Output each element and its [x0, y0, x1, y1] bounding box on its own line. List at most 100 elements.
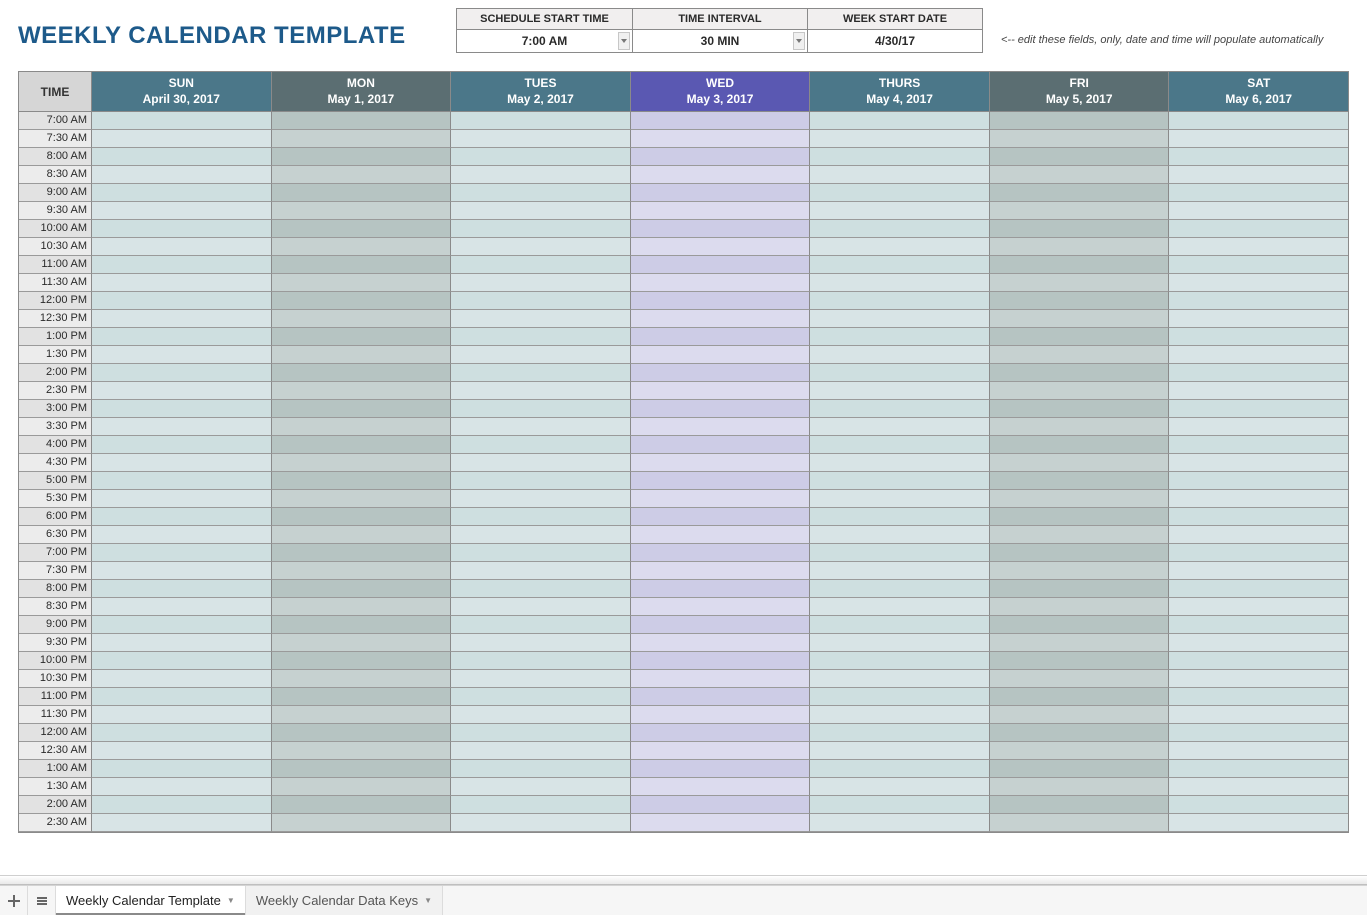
calendar-cell[interactable]: [272, 652, 452, 670]
calendar-cell[interactable]: [451, 742, 631, 760]
calendar-cell[interactable]: [810, 508, 990, 526]
calendar-cell[interactable]: [631, 274, 811, 292]
calendar-cell[interactable]: [631, 706, 811, 724]
calendar-cell[interactable]: [810, 760, 990, 778]
calendar-cell[interactable]: [810, 796, 990, 814]
calendar-cell[interactable]: [92, 364, 272, 382]
calendar-cell[interactable]: [272, 688, 452, 706]
calendar-cell[interactable]: [272, 436, 452, 454]
calendar-cell[interactable]: [990, 148, 1170, 166]
calendar-cell[interactable]: [990, 544, 1170, 562]
calendar-cell[interactable]: [631, 400, 811, 418]
calendar-cell[interactable]: [810, 724, 990, 742]
calendar-cell[interactable]: [451, 400, 631, 418]
sheet-tab[interactable]: Weekly Calendar Data Keys▼: [246, 886, 443, 915]
calendar-cell[interactable]: [631, 112, 811, 130]
calendar-cell[interactable]: [1169, 148, 1348, 166]
calendar-cell[interactable]: [272, 220, 452, 238]
calendar-cell[interactable]: [990, 346, 1170, 364]
calendar-cell[interactable]: [1169, 454, 1348, 472]
calendar-cell[interactable]: [1169, 166, 1348, 184]
calendar-cell[interactable]: [272, 328, 452, 346]
calendar-cell[interactable]: [990, 112, 1170, 130]
calendar-cell[interactable]: [990, 274, 1170, 292]
calendar-cell[interactable]: [272, 130, 452, 148]
calendar-cell[interactable]: [92, 688, 272, 706]
calendar-cell[interactable]: [451, 220, 631, 238]
calendar-cell[interactable]: [810, 580, 990, 598]
calendar-cell[interactable]: [631, 148, 811, 166]
calendar-cell[interactable]: [990, 328, 1170, 346]
calendar-cell[interactable]: [1169, 346, 1348, 364]
calendar-cell[interactable]: [631, 238, 811, 256]
calendar-cell[interactable]: [810, 310, 990, 328]
calendar-cell[interactable]: [810, 436, 990, 454]
calendar-cell[interactable]: [272, 112, 452, 130]
calendar-cell[interactable]: [272, 706, 452, 724]
calendar-cell[interactable]: [990, 310, 1170, 328]
calendar-cell[interactable]: [451, 760, 631, 778]
calendar-cell[interactable]: [92, 760, 272, 778]
calendar-cell[interactable]: [451, 724, 631, 742]
calendar-cell[interactable]: [990, 616, 1170, 634]
calendar-cell[interactable]: [990, 184, 1170, 202]
calendar-cell[interactable]: [631, 814, 811, 832]
calendar-cell[interactable]: [451, 310, 631, 328]
calendar-cell[interactable]: [990, 778, 1170, 796]
calendar-cell[interactable]: [631, 436, 811, 454]
calendar-cell[interactable]: [810, 544, 990, 562]
calendar-cell[interactable]: [92, 562, 272, 580]
calendar-cell[interactable]: [92, 382, 272, 400]
calendar-cell[interactable]: [1169, 238, 1348, 256]
calendar-cell[interactable]: [272, 418, 452, 436]
calendar-cell[interactable]: [1169, 292, 1348, 310]
calendar-cell[interactable]: [92, 778, 272, 796]
calendar-cell[interactable]: [272, 598, 452, 616]
calendar-cell[interactable]: [990, 508, 1170, 526]
calendar-cell[interactable]: [631, 328, 811, 346]
calendar-cell[interactable]: [990, 166, 1170, 184]
calendar-cell[interactable]: [272, 670, 452, 688]
sheet-tab[interactable]: Weekly Calendar Template▼: [56, 886, 246, 915]
calendar-cell[interactable]: [92, 112, 272, 130]
calendar-cell[interactable]: [272, 814, 452, 832]
calendar-cell[interactable]: [272, 166, 452, 184]
calendar-cell[interactable]: [272, 508, 452, 526]
calendar-cell[interactable]: [1169, 508, 1348, 526]
calendar-cell[interactable]: [451, 544, 631, 562]
calendar-cell[interactable]: [990, 130, 1170, 148]
calendar-cell[interactable]: [451, 292, 631, 310]
calendar-cell[interactable]: [810, 814, 990, 832]
calendar-cell[interactable]: [631, 166, 811, 184]
calendar-cell[interactable]: [92, 454, 272, 472]
calendar-cell[interactable]: [631, 472, 811, 490]
calendar-cell[interactable]: [990, 526, 1170, 544]
calendar-cell[interactable]: [1169, 634, 1348, 652]
calendar-cell[interactable]: [272, 526, 452, 544]
calendar-cell[interactable]: [451, 238, 631, 256]
calendar-cell[interactable]: [990, 652, 1170, 670]
calendar-cell[interactable]: [631, 544, 811, 562]
calendar-cell[interactable]: [272, 292, 452, 310]
calendar-cell[interactable]: [1169, 814, 1348, 832]
calendar-cell[interactable]: [92, 238, 272, 256]
calendar-cell[interactable]: [990, 724, 1170, 742]
calendar-cell[interactable]: [810, 562, 990, 580]
calendar-cell[interactable]: [1169, 274, 1348, 292]
calendar-cell[interactable]: [92, 580, 272, 598]
calendar-cell[interactable]: [451, 562, 631, 580]
calendar-cell[interactable]: [451, 184, 631, 202]
calendar-cell[interactable]: [810, 220, 990, 238]
calendar-cell[interactable]: [1169, 310, 1348, 328]
calendar-cell[interactable]: [451, 418, 631, 436]
calendar-cell[interactable]: [451, 112, 631, 130]
calendar-cell[interactable]: [451, 598, 631, 616]
chevron-down-icon[interactable]: ▼: [424, 896, 432, 905]
calendar-cell[interactable]: [451, 328, 631, 346]
calendar-cell[interactable]: [631, 652, 811, 670]
calendar-cell[interactable]: [810, 274, 990, 292]
calendar-cell[interactable]: [631, 256, 811, 274]
calendar-cell[interactable]: [990, 382, 1170, 400]
calendar-cell[interactable]: [631, 454, 811, 472]
calendar-cell[interactable]: [92, 436, 272, 454]
